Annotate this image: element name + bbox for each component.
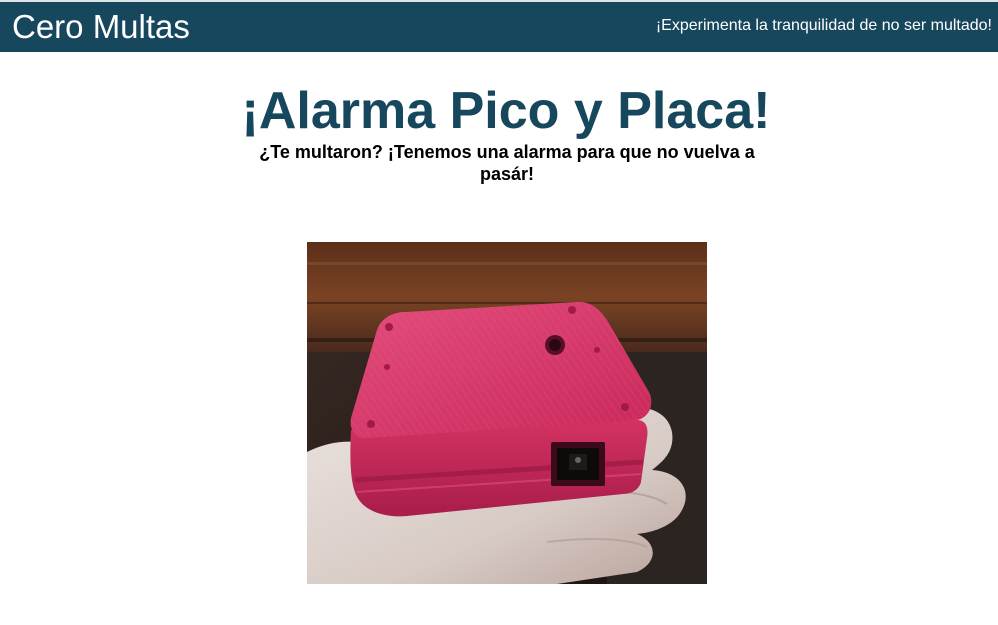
top-navbar: Cero Multas ¡Experimenta la tranquilidad… [0, 0, 998, 52]
product-image [307, 242, 707, 584]
page-title: ¡Alarma Pico y Placa! [241, 82, 771, 140]
header-tagline: ¡Experimenta la tranquilidad de no ser m… [655, 17, 992, 34]
page-subtitle: ¿Te multaron? ¡Tenemos una alarma para q… [259, 142, 755, 184]
brand-title[interactable]: Cero Multas [12, 7, 190, 47]
